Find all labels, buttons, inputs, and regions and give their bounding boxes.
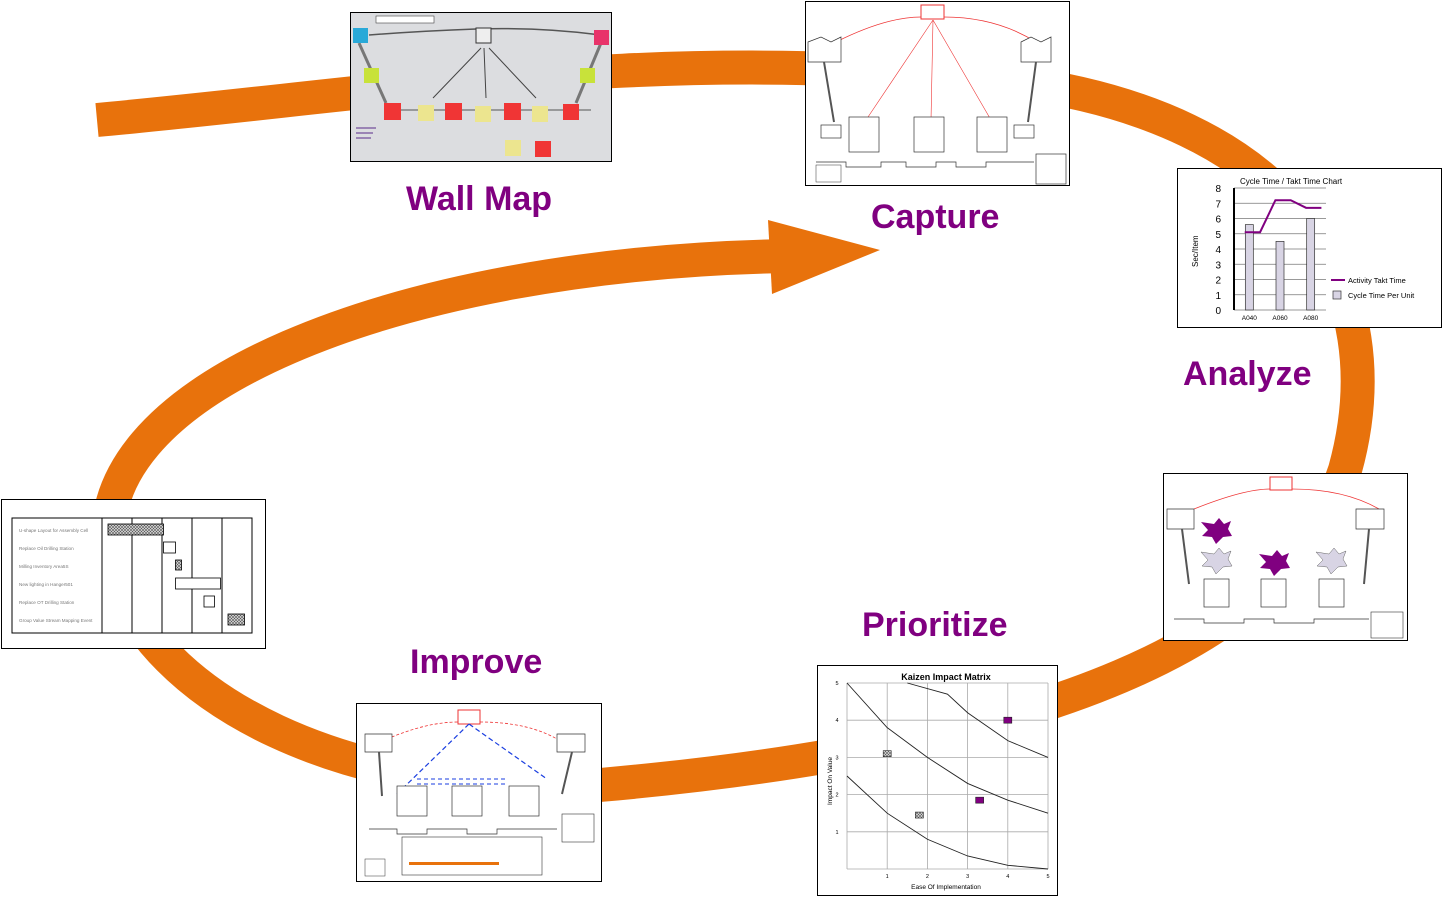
legend-bar-swatch — [1332, 290, 1342, 300]
y-axis-label: Impact On Value — [827, 757, 834, 805]
x-tick-label: A040 — [1242, 315, 1258, 322]
bar-A080 — [1306, 218, 1316, 311]
stage-label-capture: Capture — [871, 198, 1000, 236]
x-tick-label: A080 — [1303, 315, 1319, 322]
wall-map-photo — [350, 12, 612, 162]
y-tick-label: 3 — [1215, 260, 1221, 271]
gantt-task-label: Replace Oil Drilling Station — [19, 546, 74, 551]
gantt-task-label: Milling Inventory Area5S — [19, 564, 69, 569]
kaizen-point — [915, 811, 924, 819]
capture-vsm-diagram — [805, 1, 1070, 186]
kaizen-burst-icon — [1315, 547, 1348, 575]
improvement-gantt: U-shape Layout for Assembly Cell Replace … — [11, 517, 253, 634]
y-tick-label: 1 — [1215, 291, 1221, 302]
cycle-arrow — [91, 50, 1375, 804]
future-vsm-drawing — [364, 709, 595, 877]
legend-label: Activity Takt Time — [1348, 276, 1406, 285]
improvement-plan-gantt-panel: U-shape Layout for Assembly Cell Replace … — [1, 499, 266, 649]
stage-label-prioritize: Prioritize — [862, 606, 1008, 644]
x-tick-label: 2 — [926, 874, 929, 880]
x-axis-label: Ease Of Implementation — [911, 884, 981, 891]
kaizen-impact-matrix: Kaizen Impact Matrix Ease Of Implementat… — [827, 672, 1050, 891]
kaizen-burst-icon — [1259, 550, 1290, 576]
x-tick-label: 4 — [1006, 874, 1009, 880]
stage-label-analyze: Analyze — [1183, 355, 1312, 393]
kaizen-point — [975, 796, 984, 804]
vsm-drawing — [807, 4, 1067, 185]
x-tick-label: A060 — [1272, 315, 1288, 322]
threshold-curve — [846, 682, 1049, 814]
y-tick-label: 3 — [835, 755, 838, 761]
y-tick-label: 2 — [1215, 276, 1221, 287]
y-tick-label: 4 — [835, 718, 838, 724]
kaizen-point — [882, 750, 892, 757]
legend-label: Cycle Time Per Unit — [1348, 291, 1415, 300]
x-tick-label: 5 — [1046, 874, 1049, 880]
y-tick-label: 2 — [835, 793, 838, 799]
gantt-task-label: Group Value Stream Mapping Event — [19, 618, 93, 623]
arrow-body — [91, 50, 1375, 804]
threshold-curve — [846, 775, 1049, 870]
gantt-bar — [175, 577, 221, 590]
gantt-bar — [203, 595, 215, 608]
y-tick-label: 4 — [1215, 245, 1221, 256]
kaizen-burst-icon — [1201, 518, 1232, 544]
gantt-task-label: U-shape Layout for Assembly Cell — [19, 528, 88, 533]
wall-map-drawing — [351, 13, 611, 161]
bar-A060 — [1275, 241, 1285, 311]
chart-title: Kaizen Impact Matrix — [901, 672, 991, 682]
y-tick-label: 8 — [1215, 184, 1221, 195]
arrowhead — [768, 220, 880, 294]
stage-label-improve: Improve — [410, 643, 543, 681]
y-tick-label: 1 — [835, 830, 838, 836]
gantt-bar — [227, 613, 245, 626]
prioritize-vsm-diagram — [1163, 473, 1408, 641]
bar-A040 — [1244, 224, 1254, 311]
chart-title: Cycle Time / Takt Time Chart — [1240, 177, 1343, 186]
y-tick-label: 0 — [1215, 306, 1221, 317]
kaizen-matrix-panel: Kaizen Impact Matrix Ease Of Implementat… — [817, 665, 1058, 896]
cycle-takt-chart-panel: Cycle Time / Takt Time Chart Sec/Item 0 1… — [1177, 168, 1442, 328]
gantt-bar — [163, 541, 176, 554]
y-tick-label: 5 — [1215, 230, 1221, 241]
gantt-bar — [175, 559, 182, 571]
y-tick-label: 7 — [1215, 199, 1221, 210]
cycle-takt-chart: Cycle Time / Takt Time Chart Sec/Item 0 1… — [1191, 177, 1415, 322]
gantt-task-label: Replace OT Drilling Station — [19, 600, 75, 605]
stage-label-wall-map: Wall Map — [406, 180, 553, 218]
x-tick-label: 1 — [886, 874, 889, 880]
kaizen-point — [1003, 716, 1013, 724]
gantt-task-label: New lighting in Hanger501 — [19, 582, 73, 587]
kaizen-burst-icon — [1200, 547, 1233, 575]
gantt-bar — [107, 523, 164, 536]
y-tick-label: 6 — [1215, 215, 1221, 226]
improve-future-state-vsm — [356, 703, 602, 882]
y-axis-label: Sec/Item — [1191, 235, 1200, 267]
vsm-kaizen-drawing — [1166, 476, 1404, 639]
y-tick-label: 5 — [835, 681, 838, 687]
x-tick-label: 3 — [966, 874, 969, 880]
